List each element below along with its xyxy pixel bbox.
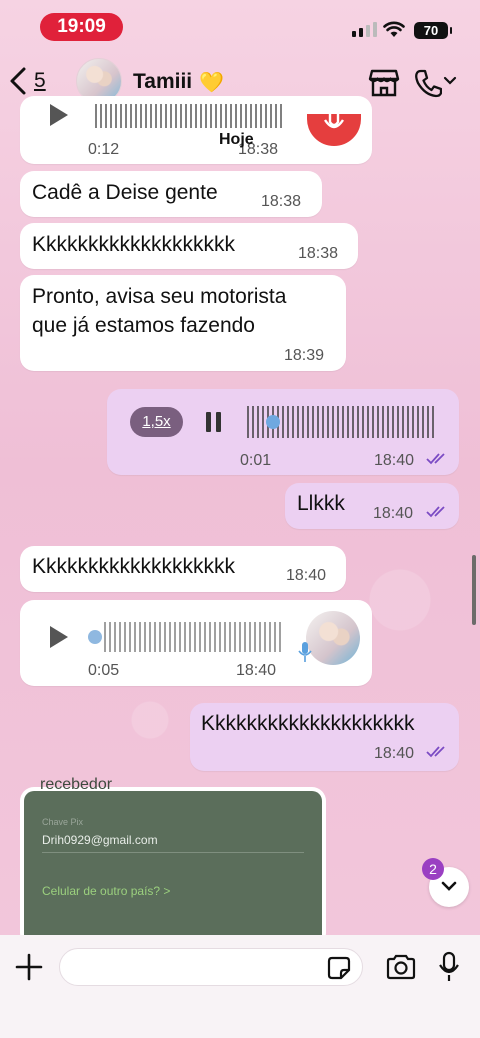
store-icon[interactable] <box>368 68 400 98</box>
scroll-indicator[interactable] <box>472 555 476 625</box>
message-bubble[interactable]: Kkkkkkkkkkkkkkkkkkk 18:40 <box>20 546 346 592</box>
phone-icon[interactable] <box>414 68 442 98</box>
playhead[interactable] <box>266 415 280 429</box>
message-time: 18:40 <box>286 567 327 584</box>
image-preview[interactable] <box>24 791 322 947</box>
image-field-label: Chave Pix <box>42 817 84 827</box>
battery-indicator: 70 <box>414 22 452 39</box>
chevron-left-icon <box>10 67 26 95</box>
microphone-icon <box>323 114 345 129</box>
pause-icon[interactable] <box>204 411 224 433</box>
waveform[interactable] <box>95 104 285 128</box>
sticker-icon[interactable] <box>327 956 351 980</box>
message-text: Llkkk <box>297 492 345 515</box>
status-time: 19:09 <box>40 13 123 41</box>
message-text: Kkkkkkkkkkkkkkkkkkk <box>32 233 236 256</box>
image-divider <box>42 852 304 853</box>
red-mic-badge <box>307 114 361 146</box>
message-bubble[interactable]: Kkkkkkkkkkkkkkkkkkkk 18:40 <box>190 703 459 771</box>
microphone-icon[interactable] <box>437 951 461 983</box>
plus-icon[interactable] <box>14 952 44 982</box>
voice-duration: 0:05 <box>88 662 120 679</box>
status-bar: 19:09 70 <box>0 0 480 54</box>
message-time: 18:40 <box>374 452 415 469</box>
image-email-text: Drih0929@gmail.com <box>42 833 158 847</box>
microphone-icon <box>298 642 312 662</box>
contact-name[interactable]: Tamiii <box>133 70 192 94</box>
message-bubble[interactable]: Pronto, avisa seu motorista que já estam… <box>20 275 346 371</box>
read-ticks-icon <box>426 506 445 518</box>
read-ticks-icon <box>426 453 445 465</box>
back-button[interactable]: 5 <box>8 66 46 96</box>
chevron-down-icon[interactable] <box>443 76 457 86</box>
chevron-down-icon <box>441 881 457 891</box>
wifi-icon <box>383 21 405 37</box>
message-text: Kkkkkkkkkkkkkkkkkkk <box>32 555 236 578</box>
signal-icon <box>352 22 377 37</box>
message-text-line-1: Pronto, avisa seu motorista <box>32 285 287 308</box>
unread-count-badge: 2 <box>422 858 444 880</box>
message-input-bar <box>0 935 480 1038</box>
message-bubble[interactable]: Cadê a Deise gente 18:38 <box>20 171 322 217</box>
playhead[interactable] <box>88 630 102 644</box>
image-message[interactable] <box>20 787 326 947</box>
message-time: 18:40 <box>236 662 277 679</box>
message-time: 18:40 <box>373 505 414 522</box>
message-bubble[interactable]: Kkkkkkkkkkkkkkkkkkk 18:38 <box>20 223 358 269</box>
message-time: 18:39 <box>284 347 325 364</box>
image-link-text: Celular de outro país? > <box>42 884 171 898</box>
yellow-heart-emoji: 💛 <box>199 72 224 94</box>
date-divider: Hoje <box>219 131 254 148</box>
message-text: Kkkkkkkkkkkkkkkkkkkk <box>201 712 415 735</box>
message-input[interactable] <box>59 948 363 986</box>
play-icon[interactable] <box>48 624 70 650</box>
play-icon[interactable] <box>48 102 70 128</box>
voice-duration: 0:12 <box>88 141 120 158</box>
camera-icon[interactable] <box>385 954 417 980</box>
playback-speed-button[interactable]: 1,5x <box>130 407 183 437</box>
message-time: 18:38 <box>298 245 339 262</box>
read-ticks-icon <box>426 746 445 758</box>
back-unread-count: 5 <box>34 69 46 92</box>
message-time: 18:38 <box>261 193 302 210</box>
image-heading-text: recebedor <box>40 776 113 793</box>
message-text-line-2: que já estamos fazendo <box>32 314 255 337</box>
sender-avatar <box>306 611 360 665</box>
message-bubble[interactable]: Llkkk 18:40 <box>285 483 459 529</box>
voice-duration: 0:01 <box>240 452 272 469</box>
waveform[interactable] <box>104 622 284 652</box>
message-text: Cadê a Deise gente <box>32 181 218 204</box>
message-time: 18:40 <box>374 745 415 762</box>
